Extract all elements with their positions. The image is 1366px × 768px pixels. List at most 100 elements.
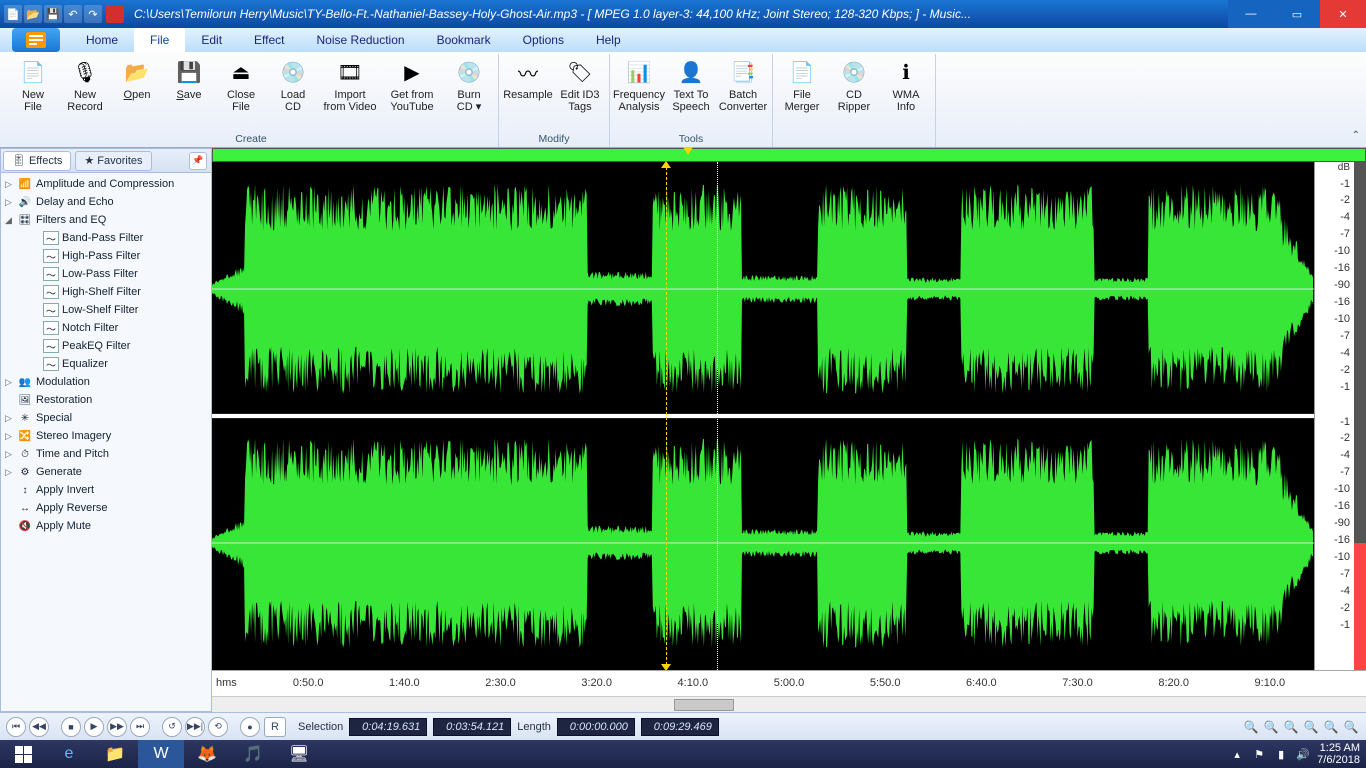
freq-analysis-button[interactable]: 📊Frequency Analysis (614, 54, 664, 133)
tree-node-stereo-imagery[interactable]: ▷🔀Stereo Imagery (1, 427, 211, 445)
tree-node-amplitude-and-compression[interactable]: ▷📶Amplitude and Compression (1, 175, 211, 193)
qat-undo-icon[interactable]: ↶ (64, 5, 82, 23)
tree-node-high-shelf-filter[interactable]: 〜High-Shelf Filter (31, 283, 211, 301)
save-icon: 💾 (173, 56, 205, 88)
waveform-svg (212, 162, 1314, 670)
zoom-btn-5[interactable]: 🔍 (1342, 718, 1360, 736)
open-button[interactable]: 📂Open (112, 54, 162, 133)
taskbar-app-1[interactable]: 🎵 (230, 740, 276, 768)
scrollbar-thumb[interactable] (674, 699, 734, 711)
tab-bookmark[interactable]: Bookmark (421, 28, 507, 52)
tree-node-low-pass-filter[interactable]: 〜Low-Pass Filter (31, 265, 211, 283)
tray-up-icon[interactable]: ▴ (1229, 746, 1245, 762)
taskbar-firefox[interactable]: 🦊 (184, 740, 230, 768)
minimize-button[interactable]: ― (1228, 0, 1274, 28)
tab-effect[interactable]: Effect (238, 28, 300, 52)
ribbon-group-label: Modify (539, 133, 570, 147)
waveform-canvas[interactable] (212, 162, 1314, 670)
get-youtube-button[interactable]: ▶Get from YouTube (382, 54, 442, 133)
tree-node-apply-reverse[interactable]: ↔Apply Reverse (1, 499, 211, 517)
new-record-button[interactable]: 🎙New Record (60, 54, 110, 133)
tree-node-peakeq-filter[interactable]: 〜PeakEQ Filter (31, 337, 211, 355)
time-ruler[interactable]: hms 0:50.01:40.02:30.03:20.04:10.05:00.0… (212, 670, 1366, 696)
wma-info-button[interactable]: ℹWMA Info (881, 54, 931, 133)
window-title: C:\Users\Temilorun Herry\Music\TY-Bello-… (128, 7, 1228, 21)
tab-edit[interactable]: Edit (185, 28, 238, 52)
transport-btn-6[interactable]: ↺ (162, 717, 182, 737)
tab-file[interactable]: File (134, 28, 185, 52)
tab-noise-reduction[interactable]: Noise Reduction (301, 28, 421, 52)
load-cd-button[interactable]: 💿Load CD (268, 54, 318, 133)
horizontal-scrollbar[interactable] (212, 696, 1366, 712)
zoom-btn-3[interactable]: 🔍 (1302, 718, 1320, 736)
zoom-btn-4[interactable]: 🔍 (1322, 718, 1340, 736)
taskbar-explorer[interactable]: 📁 (92, 740, 138, 768)
tree-node-equalizer[interactable]: 〜Equalizer (31, 355, 211, 373)
tab-home[interactable]: Home (70, 28, 134, 52)
tree-node-generate[interactable]: ▷⚙Generate (1, 463, 211, 481)
tab-help[interactable]: Help (580, 28, 637, 52)
tab-effects[interactable]: 🎚Effects (3, 151, 71, 171)
effects-tree: ▷📶Amplitude and Compression▷🔊Delay and E… (1, 173, 211, 711)
tree-node-time-and-pitch[interactable]: ▷⏱Time and Pitch (1, 445, 211, 463)
start-button[interactable] (0, 740, 46, 768)
tree-node-low-shelf-filter[interactable]: 〜Low-Shelf Filter (31, 301, 211, 319)
taskbar-word[interactable]: W (138, 740, 184, 768)
text-to-speech-button[interactable]: 👤Text To Speech (666, 54, 716, 133)
taskbar-app-2[interactable]: 🖥 (276, 740, 322, 768)
transport-btn-7[interactable]: ▶▶| (185, 717, 205, 737)
qat-save-icon[interactable]: 💾 (44, 5, 62, 23)
zoom-btn-1[interactable]: 🔍 (1262, 718, 1280, 736)
taskbar-clock[interactable]: 1:25 AM 7/6/2018 (1317, 742, 1360, 766)
tab-options[interactable]: Options (507, 28, 580, 52)
edit-id3-button[interactable]: 🏷Edit ID3 Tags (555, 54, 605, 133)
save-button[interactable]: 💾Save (164, 54, 214, 133)
tray-flag-icon[interactable]: ⚑ (1251, 746, 1267, 762)
tree-node-apply-mute[interactable]: 🔇Apply Mute (1, 517, 211, 535)
import-video-button[interactable]: 🎞Import from Video (320, 54, 380, 133)
close-button[interactable]: ✕ (1320, 0, 1366, 28)
transport-btn-8[interactable]: ⟲ (208, 717, 228, 737)
batch-converter-button[interactable]: 📑Batch Converter (718, 54, 768, 133)
tray-volume-icon[interactable]: 🔊 (1295, 746, 1311, 762)
tree-node-notch-filter[interactable]: 〜Notch Filter (31, 319, 211, 337)
transport-btn-2[interactable]: ■ (61, 717, 81, 737)
transport-btn-4[interactable]: ▶▶ (107, 717, 127, 737)
tree-node-restoration[interactable]: 🖼Restoration (1, 391, 211, 409)
tab-favorites[interactable]: ★Favorites (75, 151, 151, 171)
file-merger-button[interactable]: 📄File Merger (777, 54, 827, 133)
pin-panel-button[interactable]: 📌 (189, 152, 207, 170)
resample-button[interactable]: 〰Resample (503, 54, 553, 133)
zoom-btn-0[interactable]: 🔍 (1242, 718, 1260, 736)
maximize-button[interactable]: ▭ (1274, 0, 1320, 28)
tree-node-high-pass-filter[interactable]: 〜High-Pass Filter (31, 247, 211, 265)
transport-btn-0[interactable]: ⏮ (6, 717, 26, 737)
tree-node-special[interactable]: ▷✳Special (1, 409, 211, 427)
tree-node-apply-invert[interactable]: ↕Apply Invert (1, 481, 211, 499)
app-menu-button[interactable] (12, 28, 60, 52)
record-button[interactable]: R (264, 717, 286, 737)
transport-btn-3[interactable]: ▶ (84, 717, 104, 737)
overview-bar[interactable] (212, 148, 1366, 162)
db-tick: -4 (1340, 211, 1350, 223)
burn-cd-button[interactable]: 💿Burn CD ▾ (444, 54, 494, 133)
ribbon-collapse-icon[interactable]: ⌃ (1352, 130, 1360, 141)
tree-node-filters-and-eq[interactable]: ◢🎛Filters and EQ (1, 211, 211, 229)
qat-new-icon[interactable]: 📄 (4, 5, 22, 23)
qat-open-icon[interactable]: 📂 (24, 5, 42, 23)
tray-network-icon[interactable]: ▮ (1273, 746, 1289, 762)
zoom-btn-2[interactable]: 🔍 (1282, 718, 1300, 736)
transport-btn-1[interactable]: ◀◀ (29, 717, 49, 737)
tree-node-band-pass-filter[interactable]: 〜Band-Pass Filter (31, 229, 211, 247)
taskbar-ie[interactable]: e (46, 740, 92, 768)
close-file-button[interactable]: ⏏Close File (216, 54, 266, 133)
db-tick: -1 (1340, 178, 1350, 190)
tree-node-modulation[interactable]: ▷👥Modulation (1, 373, 211, 391)
tree-node-delay-and-echo[interactable]: ▷🔊Delay and Echo (1, 193, 211, 211)
new-file-button[interactable]: 📄New File (8, 54, 58, 133)
qat-redo-icon[interactable]: ↷ (84, 5, 102, 23)
transport-btn-5[interactable]: ⏭ (130, 717, 150, 737)
level-meter (1354, 162, 1366, 670)
transport-btn-9[interactable]: ● (240, 717, 260, 737)
cd-ripper-button[interactable]: 💿CD Ripper (829, 54, 879, 133)
